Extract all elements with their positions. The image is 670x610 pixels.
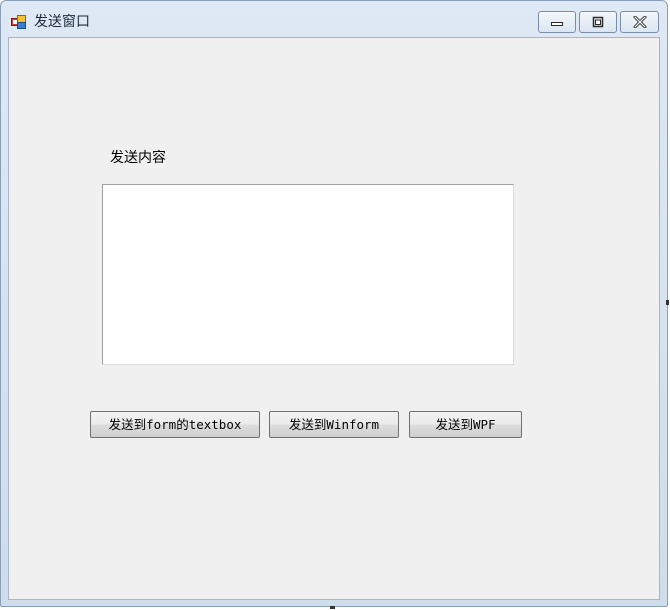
maximize-button[interactable]: [579, 11, 617, 33]
content-label: 发送内容: [110, 150, 166, 166]
content-textbox[interactable]: [102, 184, 514, 365]
winforms-app-icon[interactable]: [11, 14, 27, 30]
app-window: 发送窗口 发送内容 发送到form的textbox 发送到Winform 发送到…: [0, 0, 668, 607]
minimize-icon: [551, 22, 563, 26]
window-title: 发送窗口: [34, 14, 90, 30]
send-to-wpf-button[interactable]: 发送到WPF: [409, 411, 522, 438]
title-bar[interactable]: 发送窗口: [1, 1, 667, 37]
resize-handle-right[interactable]: [666, 300, 669, 305]
close-icon: [633, 16, 646, 28]
send-to-form-textbox-button[interactable]: 发送到form的textbox: [90, 411, 260, 438]
resize-handle-bottom[interactable]: [330, 606, 335, 609]
form-client-area: 发送内容 发送到form的textbox 发送到Winform 发送到WPF: [8, 37, 660, 600]
minimize-button[interactable]: [538, 11, 576, 33]
maximize-icon: [592, 16, 604, 28]
send-to-winform-button[interactable]: 发送到Winform: [269, 411, 399, 438]
close-button[interactable]: [620, 11, 659, 33]
